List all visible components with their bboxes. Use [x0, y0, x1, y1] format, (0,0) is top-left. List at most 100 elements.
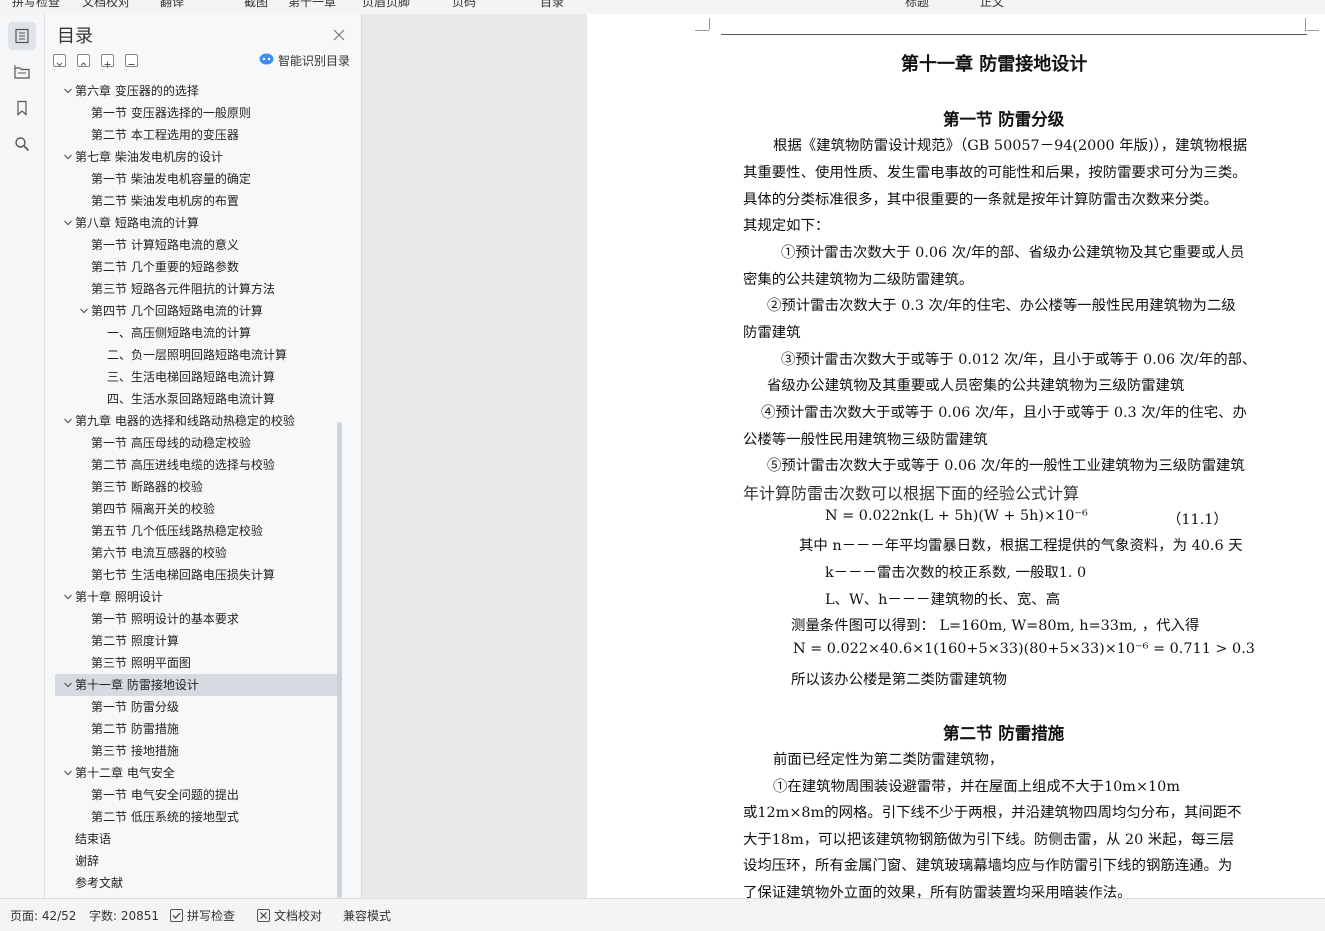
toc-item[interactable]: 第四节 隔离开关的校验 [55, 498, 337, 520]
paragraph-line: ④预计雷击次数大于或等于 0.06 次/年，且小于或等于 0.3 次/年的住宅、… [761, 405, 1247, 421]
toc-item-label: 第一节 高压母线的动稳定校验 [91, 436, 251, 450]
toc-item[interactable]: 第一节 计算短路电流的意义 [55, 234, 337, 256]
smart-toc-button[interactable]: 智能识别目录 [259, 52, 350, 69]
paragraph-line: 其中 n－－－年平均雷暴日数，根据工程提供的气象资料，为 40.6 天 [799, 538, 1243, 554]
chevron-down-icon[interactable] [61, 674, 75, 696]
toc-item[interactable]: 第二节 低压系统的接地型式 [55, 806, 337, 828]
toc-item[interactable]: 参考文献 [55, 872, 337, 894]
chevron-down-icon[interactable] [61, 586, 75, 608]
toc-item[interactable]: 第一节 防雷分级 [55, 696, 337, 718]
toc-icon[interactable] [8, 22, 36, 50]
collapse-all-icon[interactable] [53, 54, 66, 67]
ribbon-item[interactable]: 正文 [980, 0, 1004, 10]
toc-item[interactable]: 谢辞 [55, 850, 337, 872]
toc-item[interactable]: 第十章 照明设计 [55, 586, 337, 608]
search-icon[interactable] [8, 130, 36, 158]
spell-check-button[interactable]: 拼写检查 [170, 907, 235, 924]
page-indicator[interactable]: 页面: 42/52 [10, 907, 76, 924]
chevron-down-icon[interactable] [61, 80, 75, 102]
toc-item[interactable]: 第二节 防雷措施 [55, 718, 337, 740]
remove-heading-icon[interactable] [125, 54, 138, 67]
close-icon[interactable] [333, 26, 347, 41]
toc-item[interactable]: 第一节 柴油发电机容量的确定 [55, 168, 337, 190]
header-rule [721, 34, 1307, 35]
ribbon-item[interactable]: 文档校对 [82, 0, 130, 10]
toc-item[interactable]: 第二节 柴油发电机房的布置 [55, 190, 337, 212]
toc-item[interactable]: 第二节 本工程选用的变压器 [55, 124, 337, 146]
smart-toc-icon [259, 53, 274, 68]
toc-item-label: 第十二章 电气安全 [75, 766, 175, 780]
ribbon-item[interactable]: 翻译 [160, 0, 184, 10]
toc-item[interactable]: 一、高压侧短路电流的计算 [55, 322, 337, 344]
proofread-button[interactable]: 文档校对 [257, 907, 322, 924]
expand-all-icon[interactable] [77, 54, 90, 67]
navigation-icon[interactable] [8, 58, 36, 86]
toc-item-label: 第十一章 防雷接地设计 [75, 678, 199, 692]
toc-item[interactable]: 第二节 照度计算 [55, 630, 337, 652]
toc-item-label: 第二节 低压系统的接地型式 [91, 810, 239, 824]
toc-item[interactable]: 第三节 接地措施 [55, 740, 337, 762]
toc-item[interactable]: 第四节 几个回路短路电流的计算 [55, 300, 337, 322]
toc-item[interactable]: 第十一章 防雷接地设计 [55, 674, 337, 696]
toc-item-label: 第二节 本工程选用的变压器 [91, 128, 239, 142]
formula-line: N = 0.022×40.6×1(160+5×33)(80+5×33)×10⁻⁶… [793, 641, 1255, 657]
chevron-down-icon[interactable] [61, 410, 75, 432]
word-count[interactable]: 字数: 20851 [89, 907, 159, 924]
toc-item-label: 第七节 生活电梯回路电压损失计算 [91, 568, 275, 582]
toc-item[interactable]: 三、生活电梯回路短路电流计算 [55, 366, 337, 388]
bookmark-icon[interactable] [8, 94, 36, 122]
toc-item[interactable]: 二、负一层照明回路短路电流计算 [55, 344, 337, 366]
toc-item-label: 第一节 变压器选择的一般原则 [91, 106, 251, 120]
document-page[interactable]: 第十一章 防雷接地设计 第一节 防雷分级 根据《建筑物防雷设计规范》（GB 5005… [587, 14, 1325, 898]
toc-item[interactable]: 第六章 变压器的的选择 [55, 80, 337, 102]
paragraph-line: 其重要性、使用性质、发生雷电事故的可能性和后果，按防雷要求可分为三类。 [743, 165, 1247, 181]
status-bar: 页面: 42/52 字数: 20851 拼写检查 文档校对 兼容模式 [0, 898, 1325, 931]
paragraph-line: 其规定如下： [743, 218, 830, 234]
ribbon-item[interactable]: 页码 [452, 0, 476, 10]
chevron-down-icon[interactable] [77, 300, 91, 322]
toc-item[interactable]: 第八章 短路电流的计算 [55, 212, 337, 234]
toc-item-label: 第一节 柴油发电机容量的确定 [91, 172, 251, 186]
paragraph-line: 公楼等一般性民用建筑物三级防雷建筑 [743, 432, 988, 448]
toc-scrollbar[interactable] [337, 422, 342, 898]
toc-item-label: 第二节 照度计算 [91, 634, 179, 648]
paragraph-line: 防雷建筑 [743, 325, 801, 341]
toc-item[interactable]: 第三节 断路器的校验 [55, 476, 337, 498]
section-heading: 第一节 防雷分级 [943, 110, 1065, 129]
toc-item-label: 第一节 计算短路电流的意义 [91, 238, 239, 252]
add-heading-icon[interactable] [101, 54, 114, 68]
ribbon-item[interactable]: 目录 [540, 0, 564, 10]
toc-item-label: 第一节 电气安全问题的提出 [91, 788, 239, 802]
toc-item[interactable]: 第二节 高压进线电缆的选择与校验 [55, 454, 337, 476]
toc-item[interactable]: 第一节 变压器选择的一般原则 [55, 102, 337, 124]
toc-item[interactable]: 四、生活水泵回路短路电流计算 [55, 388, 337, 410]
toc-item[interactable]: 第十二章 电气安全 [55, 762, 337, 784]
toc-item[interactable]: 第五节 几个低压线路热稳定校验 [55, 520, 337, 542]
toc-item[interactable]: 第三节 照明平面图 [55, 652, 337, 674]
ribbon-toolbar-cutoff: 拼写检查 文档校对 翻译 截图 第十一章 页眉页脚 页码 目录 标题 正文 [0, 0, 1325, 14]
ribbon-item[interactable]: 页眉页脚 [362, 0, 410, 10]
ribbon-item[interactable]: 标题 [905, 0, 929, 10]
toc-item[interactable]: 第七节 生活电梯回路电压损失计算 [55, 564, 337, 586]
ribbon-item[interactable]: 拼写检查 [12, 0, 60, 10]
navigation-rail [0, 14, 45, 898]
toc-item-label: 一、高压侧短路电流的计算 [107, 326, 252, 340]
chevron-down-icon[interactable] [61, 762, 75, 784]
toc-item-label: 第三节 照明平面图 [91, 656, 191, 670]
toc-title: 目录 [57, 26, 93, 47]
toc-item[interactable]: 第三节 短路各元件阻抗的计算方法 [55, 278, 337, 300]
ribbon-item[interactable]: 截图 [244, 0, 268, 10]
toc-item[interactable]: 第六节 电流互感器的校验 [55, 542, 337, 564]
toc-item[interactable]: 结束语 [55, 828, 337, 850]
toc-item-label: 第六章 变压器的的选择 [75, 84, 199, 98]
formula-line: N = 0.022nk(L + 5h)(W + 5h)×10⁻⁶ [825, 508, 1088, 524]
toc-item[interactable]: 第二节 几个重要的短路参数 [55, 256, 337, 278]
ribbon-item[interactable]: 第十一章 [288, 0, 336, 10]
chevron-down-icon[interactable] [61, 146, 75, 168]
chevron-down-icon[interactable] [61, 212, 75, 234]
toc-item[interactable]: 第一节 高压母线的动稳定校验 [55, 432, 337, 454]
toc-item[interactable]: 第一节 照明设计的基本要求 [55, 608, 337, 630]
toc-item[interactable]: 第九章 电器的选择和线路动热稳定的校验 [55, 410, 337, 432]
toc-item[interactable]: 第七章 柴油发电机房的设计 [55, 146, 337, 168]
toc-item[interactable]: 第一节 电气安全问题的提出 [55, 784, 337, 806]
